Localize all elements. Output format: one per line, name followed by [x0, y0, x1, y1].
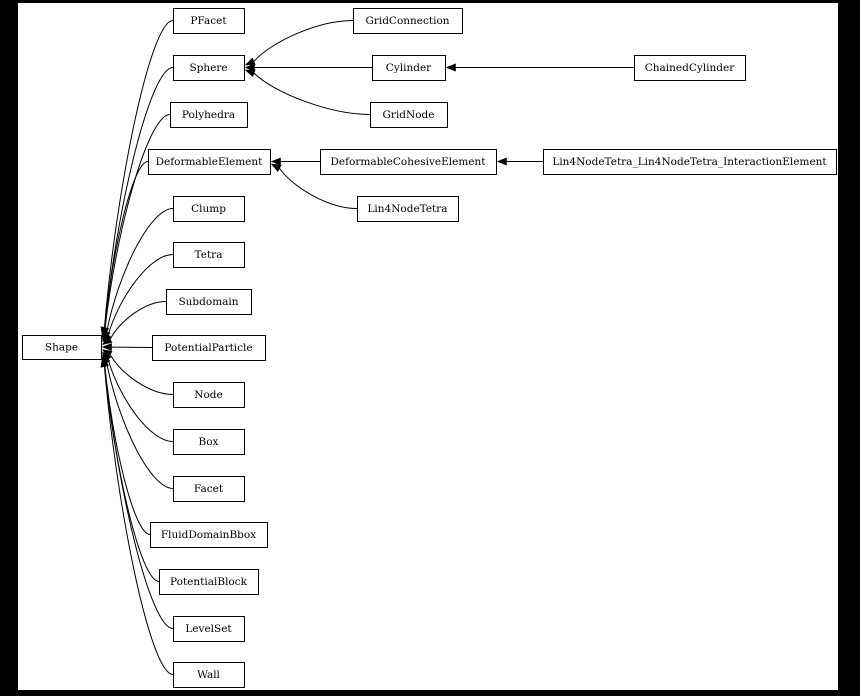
inheritance-edge: [104, 67, 174, 328]
class-node-label: Polyhedra: [182, 109, 235, 121]
class-node-facet[interactable]: Facet: [173, 476, 245, 502]
inheritance-edge: [253, 72, 371, 115]
class-node-label: PFacet: [190, 15, 227, 27]
class-node-node[interactable]: Node: [173, 382, 245, 408]
class-node-label: Lin4NodeTetra_Lin4NodeTetra_InteractionE…: [552, 156, 827, 168]
class-node-fluid_domain_bbox[interactable]: FluidDomainBbox: [150, 522, 268, 548]
class-node-polyhedra[interactable]: Polyhedra: [170, 102, 248, 128]
inheritance-arrowhead: [445, 63, 456, 72]
class-node-label: Subdomain: [178, 296, 238, 308]
class-node-sphere[interactable]: Sphere: [173, 55, 245, 81]
class-node-label: Clump: [191, 203, 226, 215]
class-node-label: PotentialParticle: [164, 342, 252, 354]
class-node-label: DeformableCohesiveElement: [331, 156, 487, 168]
class-node-label: ChainedCylinder: [645, 62, 735, 74]
node-layer: Shape PFacet Sphere Polyhedra DeformableElem…: [22, 8, 837, 688]
class-node-label: Lin4NodeTetra: [367, 203, 447, 215]
inheritance-edge: [107, 359, 174, 442]
class-node-lin4_interaction[interactable]: Lin4NodeTetra_Lin4NodeTetra_InteractionE…: [543, 149, 837, 175]
class-node-potential_block[interactable]: PotentialBlock: [159, 569, 259, 595]
inheritance-arrowhead: [270, 163, 282, 172]
diagram-canvas: Shape PFacet Sphere Polyhedra DeformableElem…: [18, 3, 838, 690]
class-node-box[interactable]: Box: [173, 429, 245, 455]
inheritance-edge: [104, 114, 171, 328]
class-node-lin4nodetetra[interactable]: Lin4NodeTetra: [357, 196, 459, 222]
class-node-label: Cylinder: [386, 62, 432, 74]
inheritance-edge: [109, 301, 167, 340]
class-node-cylinder[interactable]: Cylinder: [372, 55, 446, 81]
class-node-label: GridNode: [383, 109, 435, 121]
class-node-label: Facet: [194, 483, 224, 495]
inheritance-edge: [253, 20, 354, 62]
class-node-deformable_element[interactable]: DeformableElement: [148, 149, 271, 175]
class-node-label: DeformableElement: [156, 156, 264, 168]
class-node-label: LevelSet: [185, 623, 232, 635]
inheritance-edge: [107, 254, 174, 336]
class-node-pfacet[interactable]: PFacet: [173, 8, 245, 34]
class-node-tetra[interactable]: Tetra: [173, 242, 245, 268]
class-node-grid_connection[interactable]: GridConnection: [353, 8, 463, 34]
class-node-grid_node[interactable]: GridNode: [370, 102, 448, 128]
class-node-label: FluidDomainBbox: [161, 529, 256, 541]
class-node-shape[interactable]: Shape: [22, 335, 102, 360]
class-node-label: Node: [194, 389, 222, 401]
class-node-label: Box: [199, 436, 219, 448]
class-node-label: Shape: [45, 342, 78, 354]
class-node-chained_cylinder[interactable]: ChainedCylinder: [634, 55, 746, 81]
class-node-label: GridConnection: [365, 15, 449, 27]
diagram-root: Shape PFacet Sphere Polyhedra DeformableElem…: [0, 0, 860, 696]
class-node-level_set[interactable]: LevelSet: [173, 616, 245, 642]
class-node-potential_particle[interactable]: PotentialParticle: [152, 335, 266, 361]
class-node-deformable_cohesive[interactable]: DeformableCohesiveElement: [320, 149, 497, 175]
class-node-clump[interactable]: Clump: [173, 196, 245, 222]
class-node-label: Wall: [197, 669, 220, 681]
class-node-label: PotentialBlock: [170, 576, 248, 588]
inheritance-arrowhead: [496, 157, 507, 166]
class-node-label: Sphere: [189, 62, 227, 74]
inheritance-graph-svg: Shape PFacet Sphere Polyhedra DeformableElem…: [22, 8, 837, 688]
class-node-label: Tetra: [195, 249, 223, 261]
inheritance-edge: [103, 366, 174, 675]
inheritance-arrowhead: [244, 69, 256, 78]
class-node-subdomain[interactable]: Subdomain: [166, 289, 252, 315]
class-node-wall[interactable]: Wall: [173, 662, 245, 688]
